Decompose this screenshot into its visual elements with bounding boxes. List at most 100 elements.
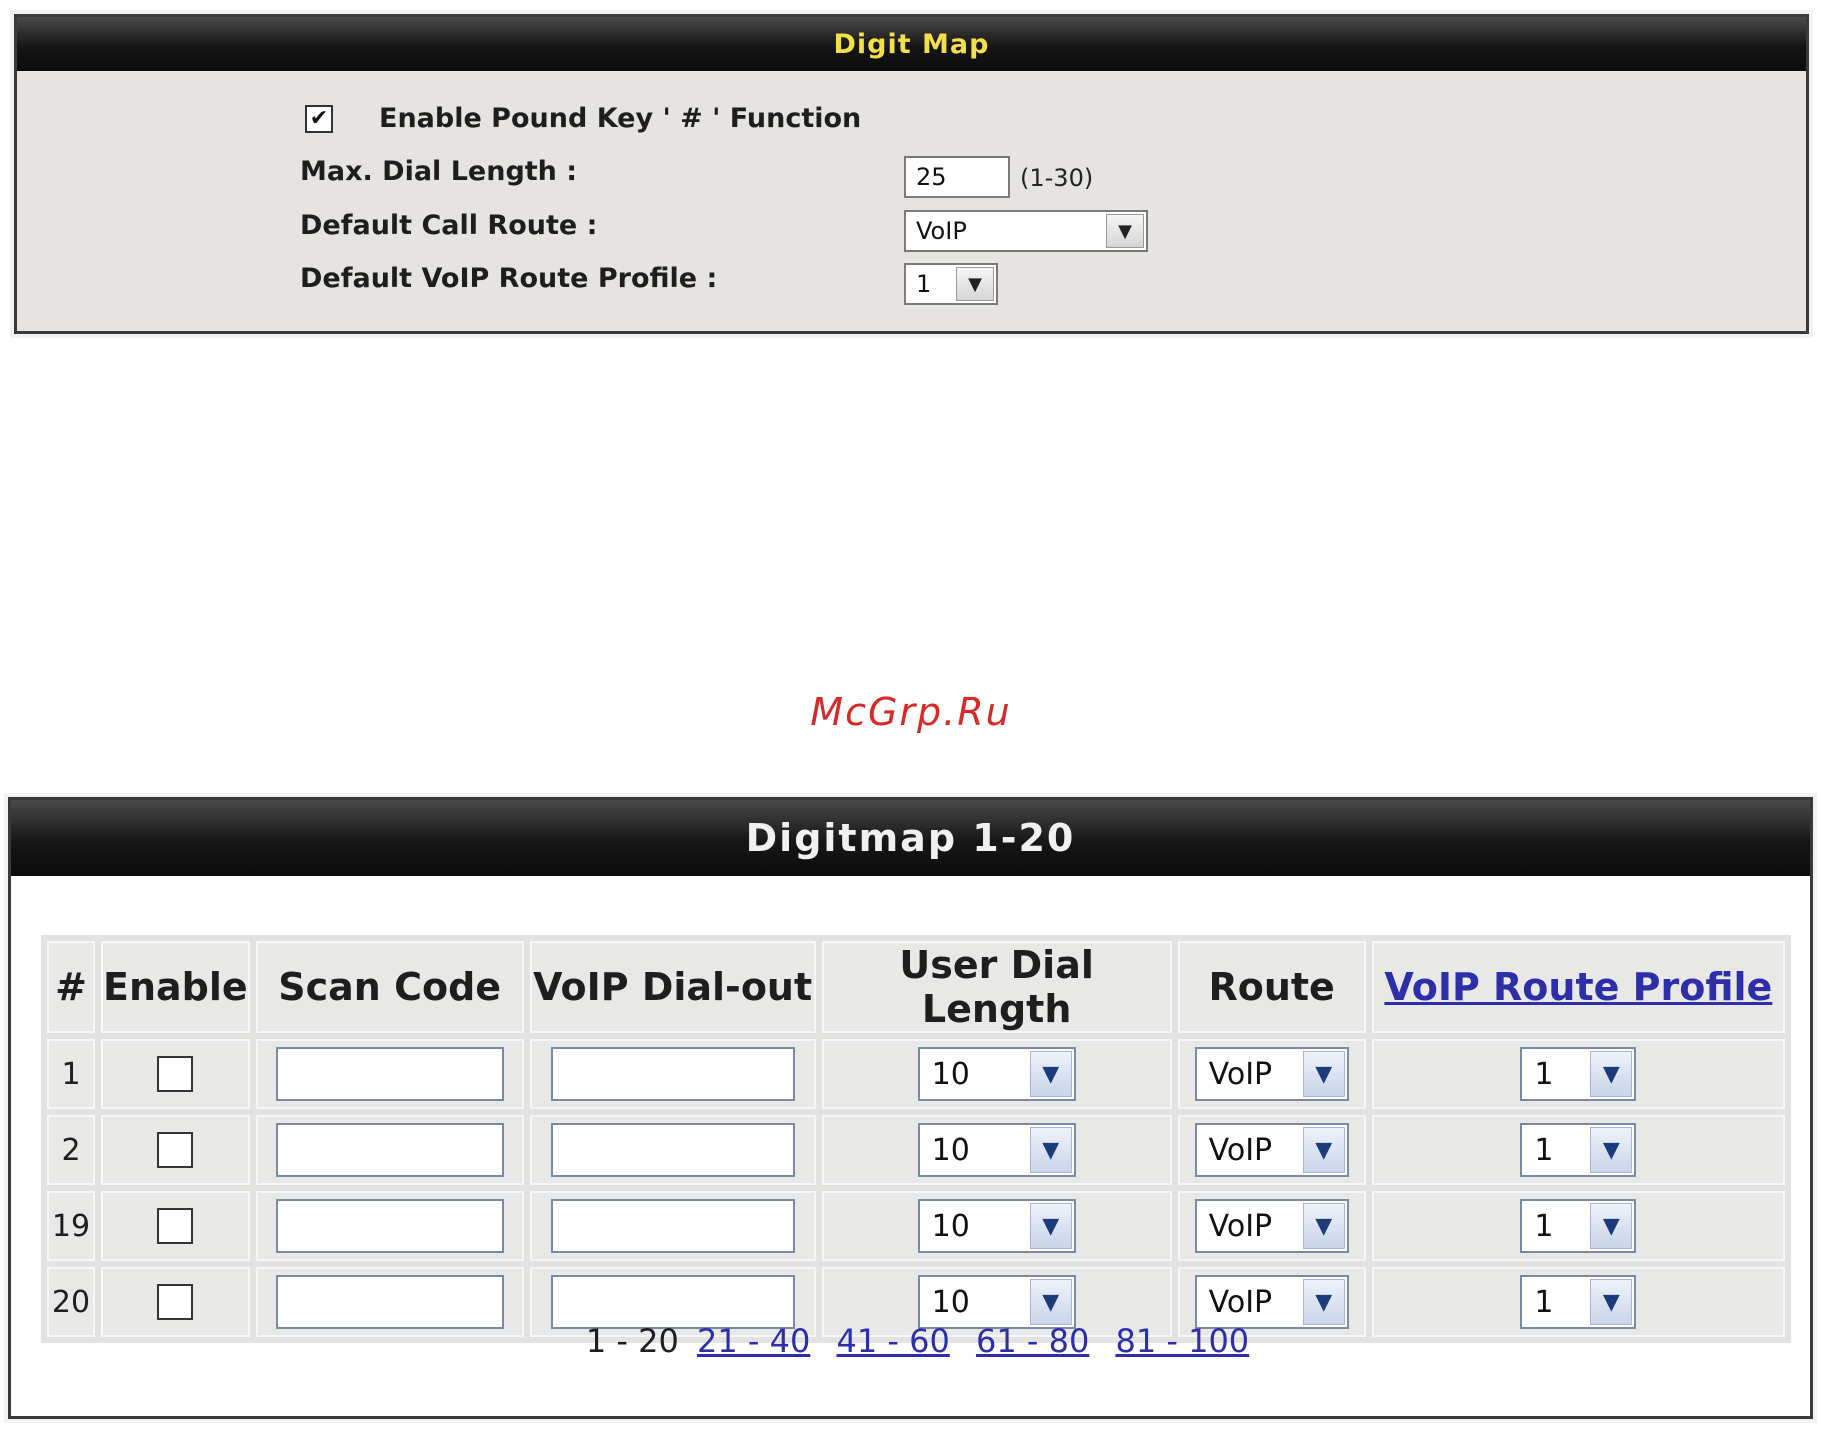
pager: 1 - 20 21 - 40 41 - 60 61 - 80 81 - 100	[11, 1322, 1816, 1360]
dial-length-select[interactable]: 10 ▼	[917, 1123, 1076, 1177]
chevron-down-icon[interactable]: ▼	[1029, 1203, 1072, 1249]
enable-checkbox[interactable]	[157, 1132, 194, 1169]
route-select[interactable]: VoIP ▼	[1194, 1275, 1349, 1329]
chevron-down-icon[interactable]: ▼	[1590, 1127, 1633, 1173]
dial-length-select[interactable]: 10 ▼	[917, 1199, 1076, 1253]
dial-out-cell	[529, 1039, 816, 1109]
scan-code-input[interactable]	[275, 1199, 504, 1253]
route-value: VoIP	[1208, 1132, 1273, 1168]
chevron-down-icon[interactable]: ▼	[1302, 1127, 1345, 1173]
profile-select[interactable]: 1 ▼	[1520, 1275, 1637, 1329]
table-row: 1 10 ▼ VoIP ▼ 1 ▼	[47, 1039, 1785, 1109]
chevron-down-icon[interactable]: ▼	[1590, 1279, 1633, 1325]
digitmap-panel: Digitmap 1-20 # Enable Scan Code VoIP Di…	[8, 797, 1813, 1419]
profile-value: 1	[1534, 1056, 1554, 1092]
route-select[interactable]: VoIP ▼	[1194, 1047, 1349, 1101]
pager-link[interactable]: 81 - 100	[1115, 1322, 1249, 1360]
max-dial-length-range: (1-30)	[1020, 164, 1094, 192]
chevron-down-icon[interactable]: ▼	[1106, 214, 1144, 248]
dial-out-input[interactable]	[550, 1047, 795, 1101]
max-dial-length-input[interactable]: 25	[904, 156, 1010, 198]
profile-select[interactable]: 1 ▼	[1520, 1199, 1637, 1253]
table-row: 2 10 ▼ VoIP ▼ 1 ▼	[47, 1115, 1785, 1185]
checkmark-icon: ✔	[309, 106, 329, 131]
enable-checkbox[interactable]	[157, 1056, 194, 1093]
chevron-down-icon[interactable]: ▼	[1029, 1279, 1072, 1325]
scan-code-input[interactable]	[275, 1275, 504, 1329]
dial-out-input[interactable]	[550, 1123, 795, 1177]
profile-value: 1	[1534, 1132, 1554, 1168]
profile-cell: 1 ▼	[1371, 1039, 1785, 1109]
route-select[interactable]: VoIP ▼	[1194, 1199, 1349, 1253]
row-number-text: 1	[61, 1056, 81, 1092]
chevron-down-icon[interactable]: ▼	[1302, 1051, 1345, 1097]
scan-code-cell	[255, 1191, 524, 1261]
default-voip-profile-select[interactable]: 1 ▼	[904, 263, 998, 305]
route-cell: VoIP ▼	[1177, 1039, 1366, 1109]
route-select[interactable]: VoIP ▼	[1194, 1123, 1349, 1177]
default-call-route-select[interactable]: VoIP ▼	[904, 210, 1148, 252]
dial-length-cell: 10 ▼	[821, 1039, 1172, 1109]
pager-link[interactable]: 41 - 60	[836, 1322, 949, 1360]
dial-out-cell	[529, 1191, 816, 1261]
chevron-down-icon[interactable]: ▼	[956, 267, 994, 301]
col-user-dial-length: User Dial Length	[821, 941, 1172, 1033]
chevron-down-icon[interactable]: ▼	[1029, 1051, 1072, 1097]
row-number: 19	[47, 1191, 95, 1261]
scan-code-input[interactable]	[275, 1047, 504, 1101]
voip-route-profile-link[interactable]: VoIP Route Profile	[1384, 965, 1772, 1009]
chevron-down-icon[interactable]: ▼	[1590, 1203, 1633, 1249]
chevron-down-icon[interactable]: ▼	[1302, 1203, 1345, 1249]
enable-checkbox[interactable]	[157, 1208, 194, 1245]
dial-length-cell: 10 ▼	[821, 1191, 1172, 1261]
dial-out-input[interactable]	[550, 1199, 795, 1253]
table-body: 1 10 ▼ VoIP ▼ 1 ▼ 2 10 ▼ VoIP ▼ 1 ▼ 19 10 ▼ VoIP ▼ 1 ▼ 20 10 ▼ V…	[47, 1039, 1785, 1337]
digitmap-table: # Enable Scan Code VoIP Dial-out User Di…	[41, 935, 1791, 1343]
table-header-row: # Enable Scan Code VoIP Dial-out User Di…	[47, 941, 1785, 1033]
pound-key-label: Enable Pound Key ' # ' Function	[379, 103, 862, 134]
profile-value: 1	[1534, 1284, 1554, 1320]
max-dial-length-label: Max. Dial Length :	[300, 156, 578, 187]
enable-checkbox[interactable]	[157, 1284, 194, 1321]
watermark: McGrp.Ru	[810, 690, 1012, 734]
dial-out-cell	[529, 1115, 816, 1185]
digit-map-header: Digit Map	[17, 17, 1806, 71]
dial-length-cell: 10 ▼	[821, 1115, 1172, 1185]
default-call-route-value: VoIP	[916, 217, 967, 245]
pager-link[interactable]: 21 - 40	[697, 1322, 810, 1360]
profile-value: 1	[1534, 1208, 1554, 1244]
default-voip-profile-value: 1	[916, 270, 932, 298]
pager-current: 1 - 20	[585, 1322, 679, 1360]
digitmap-header: Digitmap 1-20	[11, 800, 1810, 876]
row-number-text: 2	[61, 1132, 81, 1168]
dial-length-value: 10	[931, 1284, 970, 1320]
col-scan-code: Scan Code	[255, 941, 524, 1033]
pager-link[interactable]: 61 - 80	[976, 1322, 1089, 1360]
dial-length-value: 10	[931, 1056, 970, 1092]
dial-length-select[interactable]: 10 ▼	[917, 1047, 1076, 1101]
chevron-down-icon[interactable]: ▼	[1590, 1051, 1633, 1097]
col-voip-dial-out: VoIP Dial-out	[529, 941, 816, 1033]
row-number: 2	[47, 1115, 95, 1185]
col-route: Route	[1177, 941, 1366, 1033]
digit-map-panel: Digit Map ✔ Enable Pound Key ' # ' Funct…	[14, 14, 1809, 334]
table-row: 19 10 ▼ VoIP ▼ 1 ▼	[47, 1191, 1785, 1261]
profile-cell: 1 ▼	[1371, 1191, 1785, 1261]
route-value: VoIP	[1208, 1056, 1273, 1092]
digit-map-title: Digit Map	[833, 28, 990, 60]
enable-cell	[101, 1191, 250, 1261]
pound-key-checkbox[interactable]: ✔	[305, 105, 333, 133]
chevron-down-icon[interactable]: ▼	[1029, 1127, 1072, 1173]
dial-length-select[interactable]: 10 ▼	[917, 1275, 1076, 1329]
profile-cell: 1 ▼	[1371, 1115, 1785, 1185]
chevron-down-icon[interactable]: ▼	[1302, 1279, 1345, 1325]
enable-cell	[101, 1039, 250, 1109]
dial-out-input[interactable]	[550, 1275, 795, 1329]
scan-code-input[interactable]	[275, 1123, 504, 1177]
dial-length-value: 10	[931, 1132, 970, 1168]
profile-select[interactable]: 1 ▼	[1520, 1123, 1637, 1177]
dial-length-value: 10	[931, 1208, 970, 1244]
digitmap-title: Digitmap 1-20	[745, 816, 1076, 860]
profile-select[interactable]: 1 ▼	[1520, 1047, 1637, 1101]
scan-code-cell	[255, 1115, 524, 1185]
